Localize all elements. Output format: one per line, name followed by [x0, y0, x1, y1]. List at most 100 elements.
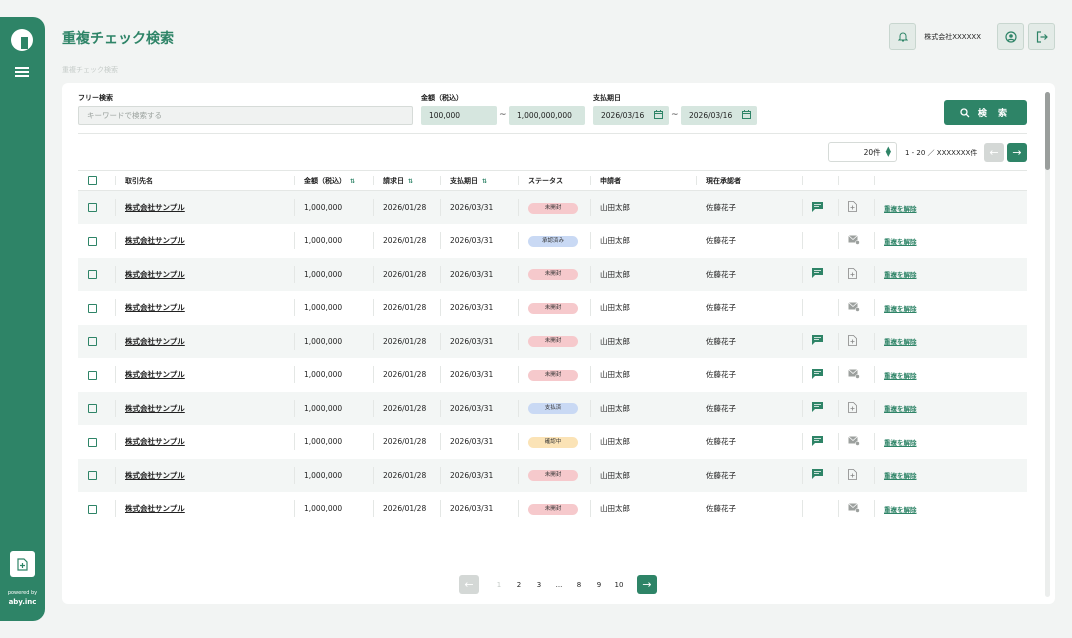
- search-button[interactable]: 検 索: [944, 100, 1027, 125]
- release-duplicate-link[interactable]: 重複を解除: [884, 238, 917, 246]
- pagination-next-button[interactable]: →: [637, 575, 657, 594]
- due-date-header[interactable]: 支払期日 ⇅: [440, 170, 518, 191]
- date-from-input[interactable]: 2026/03/16: [593, 106, 669, 125]
- row-checkbox[interactable]: [88, 471, 97, 480]
- release-duplicate-link[interactable]: 重複を解除: [884, 271, 917, 279]
- file-header: [838, 170, 874, 191]
- row-checkbox[interactable]: [88, 437, 97, 447]
- comment-icon[interactable]: [812, 368, 823, 381]
- page-number[interactable]: 8: [569, 581, 589, 589]
- mail-attachment-icon[interactable]: [848, 301, 860, 314]
- pagination-prev-button[interactable]: ←: [459, 575, 479, 594]
- document-icon[interactable]: [848, 334, 857, 348]
- release-duplicate-link[interactable]: 重複を解除: [884, 472, 917, 480]
- row-checkbox[interactable]: [88, 270, 97, 279]
- document-icon[interactable]: [848, 401, 857, 415]
- comment-icon[interactable]: [812, 435, 823, 448]
- vendor-cell: 株式会社サンプル: [115, 291, 294, 325]
- comment-icon[interactable]: [812, 268, 823, 280]
- vendor-link[interactable]: 株式会社サンプル: [125, 471, 185, 480]
- release-duplicate-link[interactable]: 重複を解除: [884, 439, 917, 447]
- applicant-cell: 山田太郎: [590, 391, 696, 425]
- invoice-date-cell: 2026/01/28: [373, 324, 440, 358]
- sort-icon[interactable]: ⇅: [350, 178, 355, 185]
- release-duplicate-link[interactable]: 重複を解除: [884, 405, 917, 413]
- mail-attachment-icon[interactable]: [848, 368, 860, 381]
- page-number[interactable]: 9: [589, 581, 609, 589]
- amount-cell: 1,000,000: [294, 291, 373, 325]
- logout-icon[interactable]: [1028, 23, 1055, 50]
- row-checkbox[interactable]: [88, 203, 97, 213]
- comment-icon[interactable]: [812, 201, 823, 214]
- page-number[interactable]: 2: [509, 581, 529, 589]
- account-icon[interactable]: [997, 23, 1024, 50]
- comment-icon[interactable]: [812, 402, 823, 414]
- comment-cell: [802, 391, 838, 425]
- mail-attachment-icon[interactable]: [848, 502, 860, 515]
- approver-header: 現在承認者: [696, 170, 802, 191]
- table-row: 株式会社サンプル 1,000,000 2026/01/28 2026/03/31 未開封…: [78, 190, 1027, 224]
- document-icon[interactable]: [848, 267, 857, 281]
- row-checkbox[interactable]: [88, 504, 97, 514]
- app-logo-icon[interactable]: [11, 29, 33, 51]
- arrow-left-icon: ←: [989, 146, 999, 159]
- row-checkbox[interactable]: [88, 236, 97, 246]
- document-icon[interactable]: [848, 468, 857, 482]
- sort-icon[interactable]: ⇅: [482, 178, 487, 185]
- vendor-cell: 株式会社サンプル: [115, 358, 294, 392]
- invoice-date-cell: 2026/01/28: [373, 224, 440, 258]
- vendor-link[interactable]: 株式会社サンプル: [125, 203, 185, 212]
- select-all-checkbox[interactable]: [88, 176, 97, 185]
- free-search-input[interactable]: キーワードで検索する: [78, 106, 413, 125]
- vendor-link[interactable]: 株式会社サンプル: [125, 236, 185, 245]
- comment-icon[interactable]: [812, 469, 823, 481]
- document-add-icon[interactable]: [10, 551, 35, 577]
- mail-attachment-icon[interactable]: [848, 435, 860, 448]
- row-checkbox[interactable]: [88, 337, 97, 346]
- vendor-link[interactable]: 株式会社サンプル: [125, 404, 185, 413]
- row-checkbox[interactable]: [88, 303, 97, 313]
- status-cell: 確認中: [518, 425, 590, 459]
- document-icon[interactable]: [848, 201, 857, 214]
- next-page-button[interactable]: →: [1007, 143, 1027, 162]
- amount-min-input[interactable]: 100,000: [421, 106, 497, 125]
- notification-bell-icon[interactable]: [889, 23, 917, 50]
- action-cell: 重複を解除: [874, 291, 1027, 325]
- calendar-icon[interactable]: [654, 110, 663, 121]
- row-select-cell: [78, 458, 115, 492]
- release-duplicate-link[interactable]: 重複を解除: [884, 506, 917, 514]
- vendor-link[interactable]: 株式会社サンプル: [125, 504, 185, 513]
- release-duplicate-link[interactable]: 重複を解除: [884, 305, 917, 313]
- menu-icon[interactable]: [15, 67, 29, 77]
- mail-attachment-icon[interactable]: [848, 234, 860, 247]
- page-number[interactable]: 3: [529, 581, 549, 589]
- vendor-link[interactable]: 株式会社サンプル: [125, 270, 185, 279]
- vertical-scrollbar[interactable]: [1045, 92, 1050, 597]
- vendor-link[interactable]: 株式会社サンプル: [125, 337, 185, 346]
- date-to-input[interactable]: 2026/03/16: [681, 106, 757, 125]
- release-duplicate-link[interactable]: 重複を解除: [884, 338, 917, 346]
- status-badge: 確認中: [528, 436, 578, 448]
- page-number[interactable]: 1: [489, 581, 509, 589]
- amount-header[interactable]: 金額（税込） ⇅: [294, 170, 373, 191]
- per-page-select[interactable]: 20件 ▲ ▼: [828, 142, 897, 162]
- vendor-link[interactable]: 株式会社サンプル: [125, 437, 185, 446]
- prev-page-button[interactable]: ←: [984, 143, 1004, 162]
- release-duplicate-link[interactable]: 重複を解除: [884, 372, 917, 380]
- arrow-left-icon: ←: [464, 578, 474, 591]
- row-checkbox[interactable]: [88, 370, 97, 380]
- vendor-link[interactable]: 株式会社サンプル: [125, 370, 185, 379]
- sort-icon[interactable]: ⇅: [408, 178, 413, 185]
- invoice-date-header[interactable]: 請求日 ⇅: [373, 170, 440, 191]
- company-name: 株式会社XXXXXX: [924, 32, 981, 41]
- comment-icon[interactable]: [812, 335, 823, 347]
- page-number[interactable]: 10: [609, 581, 629, 589]
- release-duplicate-link[interactable]: 重複を解除: [884, 205, 917, 213]
- applicant-cell: 山田太郎: [590, 458, 696, 492]
- comment-cell: [802, 425, 838, 459]
- row-checkbox[interactable]: [88, 404, 97, 413]
- calendar-icon[interactable]: [742, 110, 751, 121]
- breadcrumb[interactable]: 重複チェック検索: [62, 65, 118, 75]
- amount-max-input[interactable]: 1,000,000,000: [509, 106, 585, 125]
- vendor-link[interactable]: 株式会社サンプル: [125, 303, 185, 312]
